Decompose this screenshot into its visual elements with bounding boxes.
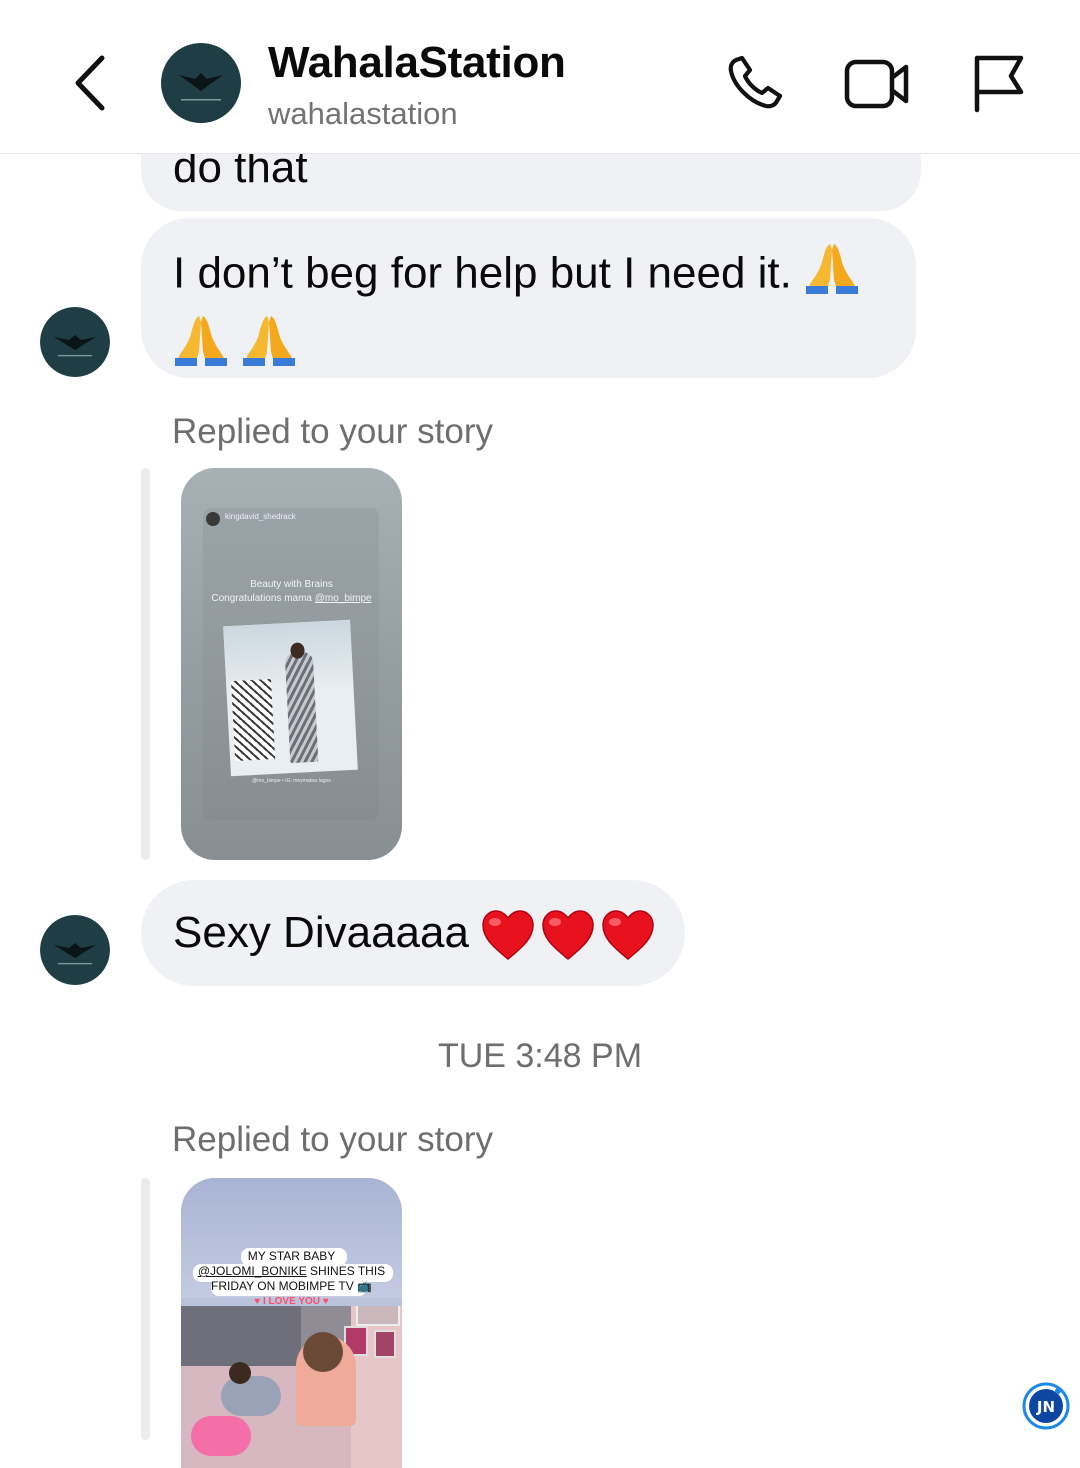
sender-avatar[interactable] [40, 915, 110, 985]
story-mention: @JOLOMI_BONIKE [197, 1264, 307, 1278]
profile-avatar[interactable] [161, 43, 241, 123]
story-mention: @mo_bimpe [314, 593, 372, 604]
story-caption-line2: SHINES THIS [306, 1264, 386, 1278]
heart-icon [482, 910, 534, 961]
story-thumbnail[interactable]: kingdavid_shedrack Beauty with Brains Co… [181, 468, 402, 860]
flag-icon[interactable] [965, 50, 1035, 116]
heart-emoji-group: ❤️❤️❤️ [481, 907, 657, 963]
story-caption-line2: Congratulations mama [211, 593, 312, 604]
message-text: Sexy Divaaaaa [173, 908, 469, 957]
reply-bar [141, 1178, 150, 1440]
back-chevron-icon[interactable] [66, 52, 116, 114]
message-text: I don’t beg for help but I need it. [173, 248, 792, 298]
chat-header: WahalaStation wahalastation [0, 0, 1080, 154]
watermark-text: JN [1036, 1398, 1055, 1416]
sender-avatar[interactable] [40, 307, 110, 377]
praying-hands-icon [173, 312, 229, 384]
story-photo [181, 1306, 402, 1468]
praying-hands-icon [804, 240, 860, 312]
heart-icon [542, 910, 594, 961]
contact-username[interactable]: wahalastation [268, 96, 458, 132]
story-caption: MY STAR BABY @JOLOMI_BONIKE SHINES THIS … [181, 1249, 402, 1294]
story-caption-line1: MY STAR BABY [247, 1249, 336, 1263]
praying-hands-icon [241, 312, 297, 384]
message-timestamp: TUE 3:48 PM [437, 1037, 643, 1075]
message-bubble[interactable]: Sexy Divaaaaa ❤️❤️❤️ [141, 880, 685, 986]
reply-bar [141, 468, 150, 860]
story-caption-line3: FRIDAY ON MOBIMPE TV 📺 [211, 1279, 372, 1293]
contact-name[interactable]: WahalaStation [268, 38, 566, 88]
story-username: kingdavid_shedrack [225, 512, 296, 521]
jn-watermark-logo: JN [1022, 1382, 1070, 1430]
story-caption: Beauty with Brains Congratulations mama … [181, 578, 402, 606]
heart-icon [602, 910, 654, 961]
phone-icon[interactable] [722, 50, 792, 116]
story-reply-label: Replied to your story [172, 412, 493, 451]
story-reply-label: Replied to your story [172, 1120, 493, 1159]
story-photo [223, 619, 358, 777]
story-photo-caption: @mo_bimpe • IG: meymakes lagos [252, 778, 331, 784]
story-thumbnail[interactable]: MY STAR BABY @JOLOMI_BONIKE SHINES THIS … [181, 1178, 402, 1468]
message-bubble[interactable]: I don’t beg for help but I need it. [141, 218, 916, 378]
story-caption-line1: Beauty with Brains [250, 579, 333, 590]
video-icon[interactable] [843, 50, 913, 116]
story-user-avatar [206, 512, 220, 526]
